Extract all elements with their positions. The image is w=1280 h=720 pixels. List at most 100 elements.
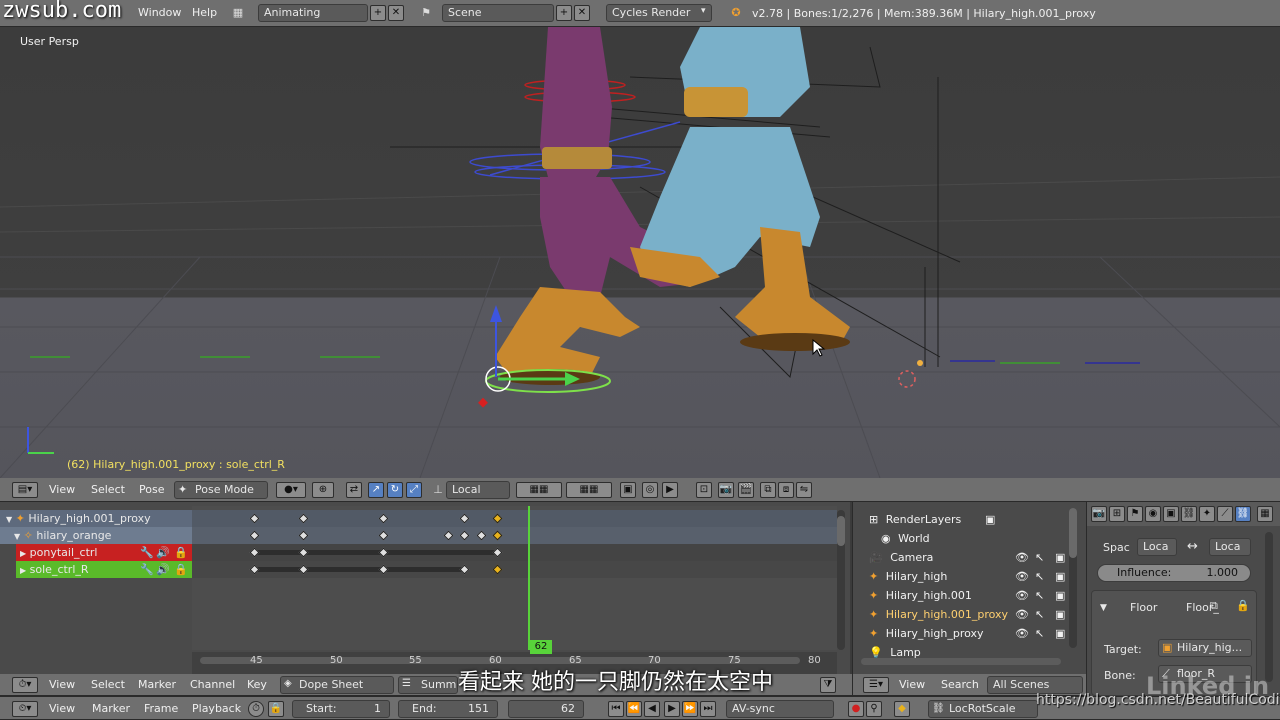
- lock-icon[interactable]: 🔒: [1236, 599, 1250, 612]
- expand-icon[interactable]: ▼: [6, 515, 12, 524]
- jump-keyframe-forward-button[interactable]: ⏩: [682, 701, 698, 717]
- renderlayers-tab-icon[interactable]: ⊞: [1109, 506, 1125, 522]
- record-keyframe-button[interactable]: ●: [848, 701, 864, 717]
- shading-button[interactable]: ●▾: [276, 482, 306, 498]
- layers-group-1[interactable]: ▦▦: [516, 482, 562, 498]
- rotate-toggle[interactable]: ↻: [387, 482, 403, 498]
- onion-skin-button[interactable]: ◎: [642, 482, 658, 498]
- add-scene-button[interactable]: +: [556, 5, 572, 21]
- layers-group-2[interactable]: ▦▦: [566, 482, 612, 498]
- screen-layout-icon[interactable]: ▦: [230, 5, 246, 21]
- expand-icon[interactable]: ▼: [14, 532, 20, 541]
- orientation-select[interactable]: Local: [446, 481, 510, 499]
- render-toggle-icon[interactable]: ▣: [1055, 586, 1065, 605]
- render-toggle-icon[interactable]: ▣: [1055, 605, 1065, 624]
- lock-icon[interactable]: 🔒: [174, 561, 188, 578]
- expand-icon[interactable]: ▶: [20, 549, 26, 558]
- scene-tab-icon[interactable]: ⚑: [1127, 506, 1143, 522]
- outliner[interactable]: ⊞ RenderLayers ▣ ◉ World 🎥 Camera 👁 ↖ ▣ …: [852, 502, 1086, 674]
- menu-view[interactable]: View: [49, 699, 75, 719]
- menu-help[interactable]: Help: [192, 3, 217, 23]
- jump-keyframe-back-button[interactable]: ⏪: [626, 701, 642, 717]
- camera-render-button[interactable]: 📷: [718, 482, 734, 498]
- anim-render-button[interactable]: 🎬: [738, 482, 754, 498]
- editor-type-button[interactable]: ▤▾: [12, 482, 38, 498]
- keyframe-area[interactable]: [192, 506, 837, 650]
- visibility-eye-icon[interactable]: 👁: [1015, 548, 1029, 567]
- menu-select[interactable]: Select: [91, 675, 125, 695]
- menu-pose[interactable]: Pose: [139, 480, 164, 500]
- outliner-item-hilary-high-001-proxy[interactable]: ✦ Hilary_high.001_proxy 👁 ↖ ▣: [869, 605, 1079, 624]
- scene-icon[interactable]: ⚑: [418, 5, 434, 21]
- select-arrow-icon[interactable]: ↖: [1035, 586, 1044, 605]
- menu-select[interactable]: Select: [91, 480, 125, 500]
- visibility-eye-icon[interactable]: 👁: [1015, 586, 1029, 605]
- render-toggle-icon[interactable]: ▣: [1055, 567, 1065, 586]
- outliner-hscrollbar[interactable]: [861, 658, 1061, 665]
- play-reverse-button[interactable]: ◀: [644, 701, 660, 717]
- menu-marker[interactable]: Marker: [138, 675, 176, 695]
- editor-type-button[interactable]: ⏲▾: [12, 701, 38, 717]
- constraints-tab-icon[interactable]: ⛓: [1181, 506, 1197, 522]
- scale-toggle[interactable]: ⤢: [406, 482, 422, 498]
- menu-key[interactable]: Key: [247, 675, 267, 695]
- channel-group-ponytail[interactable]: ▶ ponytail_ctrl 🔧 🔊 🔒: [16, 544, 192, 561]
- properties-scrollbar[interactable]: [1265, 532, 1273, 682]
- bone-tab-icon[interactable]: ⟋: [1217, 506, 1233, 522]
- properties-panel[interactable]: 📷 ⊞ ⚑ ◉ ▣ ⛓ ✦ ⟋ ⛓ ▦ Spac Loca ↔ Loca Inf…: [1086, 502, 1280, 696]
- render-toggle-icon[interactable]: ▣: [1055, 624, 1065, 643]
- collapse-icon[interactable]: ▼: [1100, 603, 1107, 613]
- menu-channel[interactable]: Channel: [190, 675, 235, 695]
- editor-type-button[interactable]: ☰▾: [863, 677, 889, 693]
- menu-frame[interactable]: Frame: [144, 699, 178, 719]
- menu-search[interactable]: Search: [941, 675, 979, 695]
- start-frame-field[interactable]: Start: 1: [292, 700, 390, 718]
- dopesheet-scrollbar[interactable]: [837, 510, 845, 650]
- camera-target-icon[interactable]: ⧉: [1210, 599, 1218, 613]
- editor-type-button[interactable]: ⏱▾: [12, 677, 38, 693]
- mute-speaker-icon[interactable]: 🔊: [156, 544, 170, 561]
- end-frame-field[interactable]: End: 151: [398, 700, 498, 718]
- menu-playback[interactable]: Playback: [192, 699, 241, 719]
- menu-view[interactable]: View: [49, 480, 75, 500]
- outliner-scrollbar[interactable]: [1069, 508, 1077, 648]
- owner-space-select[interactable]: Loca: [1137, 538, 1177, 556]
- object-tab-icon[interactable]: ▣: [1163, 506, 1179, 522]
- outliner-item-hilary-high-proxy[interactable]: ✦ Hilary_high_proxy 👁 ↖ ▣: [869, 624, 1079, 643]
- layer-lock-button[interactable]: ▣: [620, 482, 636, 498]
- influence-slider[interactable]: Influence: 1.000: [1097, 564, 1251, 582]
- texture-tab-icon[interactable]: ▦: [1257, 506, 1273, 522]
- menu-view[interactable]: View: [49, 675, 75, 695]
- translate-toggle[interactable]: ↗: [368, 482, 384, 498]
- dopesheet-mode-select[interactable]: Dope Sheet: [280, 676, 394, 694]
- dopesheet-region[interactable]: ▼ ✦ Hilary_high.001_proxy ▼ ✧ hilary_ora…: [0, 502, 850, 674]
- render-tab-icon[interactable]: 📷: [1091, 506, 1107, 522]
- menu-view[interactable]: View: [899, 675, 925, 695]
- mute-speaker-icon[interactable]: 🔊: [156, 561, 170, 578]
- outliner-item-world[interactable]: ◉ World: [881, 529, 1081, 548]
- visibility-eye-icon[interactable]: 👁: [1015, 567, 1029, 586]
- current-frame-badge[interactable]: 62: [530, 640, 552, 654]
- render-toggle-icon[interactable]: ▣: [1055, 548, 1065, 567]
- select-arrow-icon[interactable]: ↖: [1035, 567, 1044, 586]
- select-arrow-icon[interactable]: ↖: [1035, 548, 1044, 567]
- menu-window[interactable]: Window: [138, 3, 181, 23]
- filter-toggle[interactable]: ⧩: [820, 677, 836, 693]
- render-preview-button[interactable]: ▶: [662, 482, 678, 498]
- renderlayer-option-icon[interactable]: ▣: [985, 510, 995, 529]
- lock-range-button[interactable]: 🔒: [268, 701, 284, 717]
- mode-select[interactable]: Pose Mode: [174, 481, 268, 499]
- select-arrow-icon[interactable]: ↖: [1035, 605, 1044, 624]
- render-engine-select[interactable]: Cycles Render: [606, 4, 712, 22]
- outliner-item-hilary-high-001[interactable]: ✦ Hilary_high.001 👁 ↖ ▣: [869, 586, 1079, 605]
- modifier-wrench-icon[interactable]: 🔧: [140, 544, 154, 561]
- copy-pose-button[interactable]: ⧉: [760, 482, 776, 498]
- outliner-item-camera[interactable]: 🎥 Camera 👁 ↖ ▣: [869, 548, 1079, 567]
- jump-start-button[interactable]: ⏮: [608, 701, 624, 717]
- play-button[interactable]: ▶: [664, 701, 680, 717]
- sync-mode-select[interactable]: AV-sync: [726, 700, 834, 718]
- menu-marker[interactable]: Marker: [92, 699, 130, 719]
- constraint-name[interactable]: Floor: [1130, 601, 1157, 614]
- outliner-item-hilary-high[interactable]: ✦ Hilary_high 👁 ↖ ▣: [869, 567, 1079, 586]
- bone-constraint-tab-icon[interactable]: ⛓: [1235, 506, 1251, 522]
